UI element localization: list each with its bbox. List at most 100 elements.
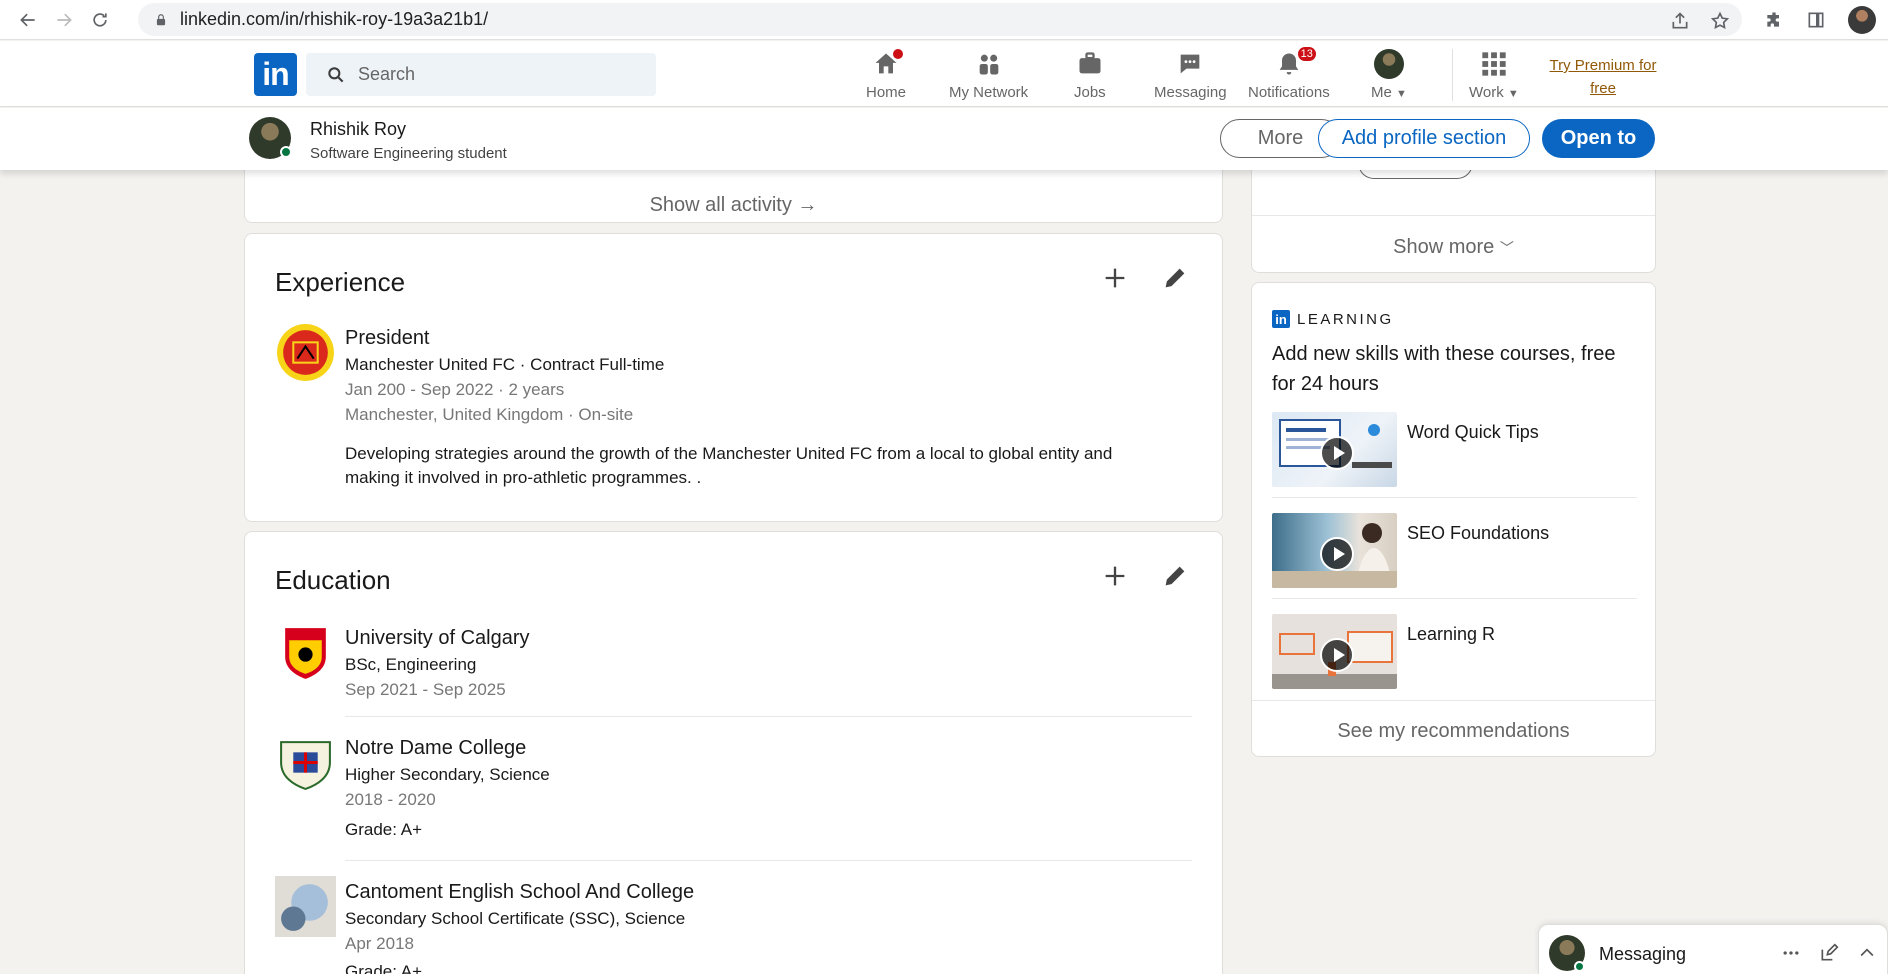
url-text: linkedin.com/in/rhishik-roy-19a3a21b1/	[180, 9, 489, 29]
learning-card: in LEARNING Add new skills with these co…	[1251, 282, 1656, 757]
nav-me-label: Me	[1371, 84, 1392, 101]
course-title: Word Quick Tips	[1407, 422, 1539, 442]
me-avatar	[1373, 49, 1404, 79]
linkedin-global-nav: in Home My Network Jobs Messaging 13 N	[0, 41, 1888, 107]
show-all-activity-link[interactable]: Show all activity →	[245, 194, 1222, 217]
nav-messaging[interactable]: Messaging	[1154, 49, 1227, 101]
education-school[interactable]: Cantoment English School And College	[345, 881, 694, 904]
messaging-dock[interactable]: Messaging	[1538, 924, 1888, 974]
open-to-button[interactable]: Open to	[1542, 119, 1655, 158]
education-dates: 2018 - 2020	[345, 790, 436, 809]
nav-jobs[interactable]: Jobs	[1074, 49, 1106, 101]
side-panel-icon[interactable]	[1806, 10, 1826, 30]
learning-label: LEARNING	[1297, 310, 1394, 328]
bookmark-star-icon[interactable]	[1710, 11, 1730, 31]
see-my-recommendations-link[interactable]: See my recommendations	[1252, 720, 1655, 743]
people-icon	[979, 54, 998, 75]
divider	[345, 716, 1192, 717]
forward-icon[interactable]	[46, 2, 82, 38]
messaging-icon	[1180, 54, 1200, 74]
nav-notifications-label: Notifications	[1248, 84, 1330, 101]
nav-jobs-label: Jobs	[1074, 84, 1106, 101]
education-dates: Sep 2021 - Sep 2025	[345, 680, 506, 699]
premium-line-2: free	[1590, 80, 1616, 97]
online-status-dot	[280, 146, 292, 158]
edit-experience-pencil-icon[interactable]	[1157, 260, 1193, 296]
linkedin-logo[interactable]: in	[254, 53, 297, 96]
experience-dates: Jan 200 - Sep 2022 · 2 years	[345, 380, 565, 399]
more-options-icon[interactable]	[1781, 943, 1801, 963]
education-grade: Grade: A+	[345, 962, 423, 974]
nav-me[interactable]: Me ▼	[1371, 49, 1407, 101]
nav-work[interactable]: Work ▼	[1469, 49, 1519, 101]
course-item[interactable]: Word Quick Tips	[1272, 412, 1637, 490]
browser-profile-avatar[interactable]	[1848, 6, 1876, 34]
nav-divider	[1452, 49, 1453, 101]
compose-icon[interactable]	[1819, 943, 1839, 963]
share-icon[interactable]	[1670, 11, 1690, 31]
experience-position-title[interactable]: President	[345, 327, 430, 350]
premium-line-1: Try Premium for	[1549, 57, 1657, 74]
linkedin-in-icon: in	[1272, 310, 1290, 328]
nav-messaging-label: Messaging	[1154, 84, 1227, 101]
chevron-down-icon: ﹀	[1499, 240, 1514, 256]
divider	[345, 860, 1192, 861]
education-dates: Apr 2018	[345, 934, 414, 953]
browser-toolbar: linkedin.com/in/rhishik-roy-19a3a21b1/	[0, 0, 1888, 40]
course-thumbnail	[1272, 412, 1397, 487]
course-title: Learning R	[1407, 624, 1496, 644]
profile-name: Rhishik Roy	[310, 119, 407, 139]
show-more-label: Show more	[1393, 236, 1495, 258]
course-title: SEO Foundations	[1407, 523, 1550, 543]
education-grade: Grade: A+	[345, 820, 423, 839]
reload-icon[interactable]	[82, 2, 118, 38]
edit-education-pencil-icon[interactable]	[1157, 558, 1193, 594]
experience-description: Developing strategies around the growth …	[345, 444, 1113, 487]
search-input[interactable]	[358, 64, 638, 85]
briefcase-icon	[1079, 52, 1101, 74]
education-school[interactable]: Notre Dame College	[345, 737, 526, 760]
messaging-dock-label: Messaging	[1599, 944, 1687, 964]
notifications-badge: 13	[1295, 45, 1318, 63]
home-badge-dot	[891, 47, 905, 61]
divider	[1272, 598, 1637, 599]
nav-home[interactable]: Home	[866, 47, 907, 101]
play-icon	[1320, 537, 1354, 571]
education-degree: Higher Secondary, Science	[345, 765, 550, 784]
education-school[interactable]: University of Calgary	[345, 627, 530, 650]
address-bar[interactable]: linkedin.com/in/rhishik-roy-19a3a21b1/	[138, 3, 1742, 36]
chevron-down-icon: ▼	[1396, 88, 1407, 100]
play-icon	[1320, 436, 1354, 470]
education-degree: Secondary School Certificate (SSC), Scie…	[345, 909, 686, 928]
nav-my-network[interactable]: My Network	[949, 49, 1028, 101]
nav-notifications[interactable]: 13 Notifications	[1248, 45, 1330, 101]
back-icon[interactable]	[10, 2, 46, 38]
school-placeholder-logo	[275, 876, 336, 937]
add-profile-section-button[interactable]: Add profile section	[1318, 119, 1530, 158]
course-item[interactable]: Learning R	[1272, 614, 1637, 692]
play-icon	[1320, 638, 1354, 672]
extensions-icon[interactable]	[1764, 10, 1784, 30]
manchester-united-logo	[275, 322, 336, 383]
online-status-dot	[1574, 961, 1585, 972]
notre-dame-college-logo	[275, 732, 336, 793]
chevron-down-icon: ▼	[1507, 88, 1519, 100]
course-item[interactable]: SEO Foundations	[1272, 513, 1637, 591]
add-experience-plus-icon[interactable]	[1097, 260, 1133, 296]
education-degree: BSc, Engineering	[345, 655, 477, 674]
nav-my-network-label: My Network	[949, 84, 1029, 101]
nav-work-label: Work	[1469, 84, 1504, 101]
university-of-calgary-logo	[275, 622, 336, 683]
try-premium-link[interactable]: Try Premium for free	[1548, 54, 1658, 100]
chevron-up-icon[interactable]	[1857, 943, 1877, 963]
experience-card: Experience President Manchester United F…	[244, 233, 1223, 522]
profile-headline: Software Engineering student	[310, 145, 507, 162]
add-education-plus-icon[interactable]	[1097, 558, 1133, 594]
search-box[interactable]	[306, 53, 656, 96]
learning-header: in LEARNING	[1272, 310, 1394, 328]
nav-home-label: Home	[866, 84, 907, 101]
sticky-profile-bar: Rhishik Roy Software Engineering student…	[0, 108, 1888, 170]
search-icon	[328, 66, 344, 82]
show-more-button[interactable]: Show more ﹀	[1252, 236, 1655, 259]
education-title: Education	[275, 565, 391, 595]
